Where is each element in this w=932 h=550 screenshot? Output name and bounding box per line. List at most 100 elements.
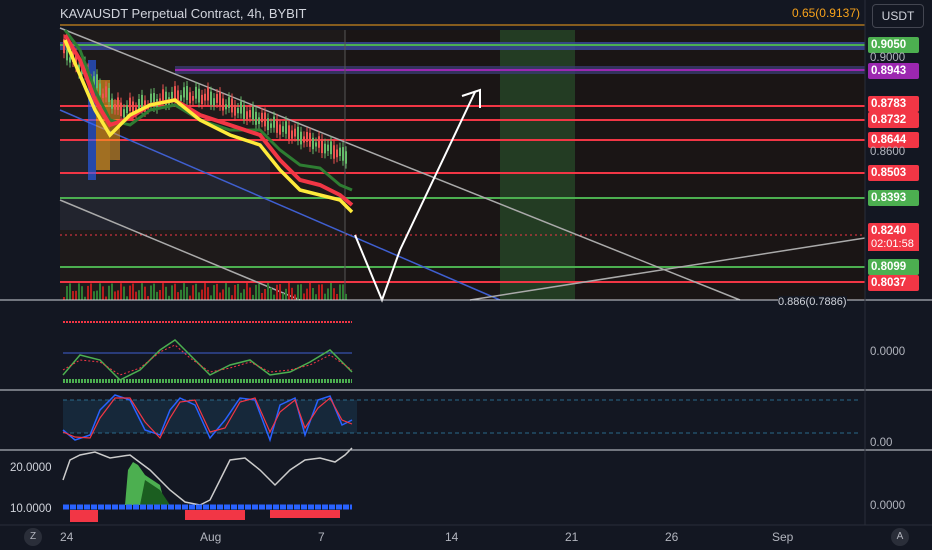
histogram-indicator xyxy=(62,447,353,522)
candle-body xyxy=(333,145,335,159)
candle-body xyxy=(129,97,131,112)
volume-bar xyxy=(285,288,287,300)
candle-body xyxy=(303,136,305,143)
volume-bar xyxy=(312,288,314,300)
candle-body xyxy=(219,92,221,106)
volume-bar xyxy=(177,292,179,300)
candle-body xyxy=(264,112,266,127)
candle-body xyxy=(234,105,236,116)
volume-bar xyxy=(213,285,215,300)
volume-bar xyxy=(222,289,224,300)
volume-bar xyxy=(333,288,335,300)
volume-bar xyxy=(111,283,113,300)
volume-bar xyxy=(315,294,317,300)
volume-bar xyxy=(306,288,308,300)
candle-body xyxy=(96,74,98,89)
volume-bar xyxy=(231,295,233,300)
volume-bar xyxy=(180,289,182,300)
price-label: 0.8503 xyxy=(868,165,919,181)
volume-bar xyxy=(66,286,68,300)
candle-body xyxy=(99,83,101,96)
candle-body xyxy=(69,57,71,63)
fib-label-bottom: 0.886(0.7886) xyxy=(778,296,847,308)
time-label: 7 xyxy=(318,530,325,544)
volume-bar xyxy=(240,292,242,300)
time-label: 14 xyxy=(445,530,459,544)
volume-bar xyxy=(114,291,116,300)
volume-bar xyxy=(249,287,251,300)
candle-body xyxy=(273,116,275,128)
candle-body xyxy=(102,93,104,99)
volume-bar xyxy=(300,284,302,300)
candle-body xyxy=(330,141,332,155)
price-label: 0.8943 xyxy=(868,63,919,79)
volume-bar xyxy=(255,284,257,300)
left-axis-label: 20.0000 xyxy=(10,462,52,474)
volume-bar xyxy=(327,288,329,300)
candle-body xyxy=(297,126,299,141)
candle-body xyxy=(261,112,263,123)
candle-body xyxy=(123,109,125,118)
volume-bar xyxy=(342,284,344,300)
volume-bar xyxy=(345,293,347,300)
volume-bar xyxy=(135,291,137,300)
candle-body xyxy=(246,111,248,121)
volume-bar xyxy=(201,289,203,300)
momentum-indicator xyxy=(62,321,353,383)
candle-body xyxy=(336,149,338,158)
candle-body xyxy=(213,98,215,106)
timezone-button[interactable]: Z xyxy=(24,528,42,546)
volume-bar xyxy=(219,292,221,300)
candle-body xyxy=(291,130,293,139)
volume-bar xyxy=(225,283,227,300)
volume-bar xyxy=(150,285,152,300)
volume-bar xyxy=(72,291,74,300)
auto-scale-button[interactable]: A xyxy=(891,528,909,546)
indicator-axis-label: 0.0000 xyxy=(870,346,906,358)
time-label: 26 xyxy=(665,530,679,544)
candle-body xyxy=(255,111,257,125)
candle-body xyxy=(288,125,290,139)
volume-bar xyxy=(75,290,77,300)
candle-body xyxy=(318,136,320,148)
volume-bar xyxy=(87,285,89,300)
currency-button[interactable]: USDT xyxy=(872,4,924,28)
candle-body xyxy=(138,99,140,109)
price-label: 0.8600 xyxy=(870,146,906,158)
price-label: 0.8099 xyxy=(868,259,919,275)
volume-bar xyxy=(234,284,236,300)
chart-canvas[interactable] xyxy=(0,0,932,550)
candle-body xyxy=(249,110,251,118)
volume-bar xyxy=(267,283,269,300)
chart-title: KAVAUSDT Perpetual Contract, 4h, BYBIT xyxy=(60,6,307,21)
volume-bar xyxy=(78,283,80,300)
candle-body xyxy=(270,123,272,128)
candle-body xyxy=(162,89,164,103)
volume-bar xyxy=(93,291,95,300)
volume-bar xyxy=(168,295,170,300)
candle-body xyxy=(201,94,203,105)
candle-body xyxy=(186,86,188,100)
volume-bar xyxy=(192,285,194,300)
candle-body xyxy=(204,93,206,101)
volume-bar xyxy=(186,286,188,300)
volume-bar xyxy=(153,283,155,300)
volume-bar xyxy=(288,283,290,300)
price-label: 0.8037 xyxy=(868,275,919,291)
volume-bar xyxy=(318,284,320,300)
candle-body xyxy=(174,86,176,100)
candle-body xyxy=(189,92,191,104)
candle-body xyxy=(282,126,284,132)
candle-body xyxy=(258,117,260,125)
candle-body xyxy=(180,95,182,101)
fib-label-top: 0.65(0.9137) xyxy=(791,6,860,20)
volume-bar xyxy=(198,292,200,300)
candle-body xyxy=(285,121,287,134)
volume-bar xyxy=(207,287,209,300)
time-label: 24 xyxy=(60,530,74,544)
volume-bar xyxy=(228,287,230,300)
candle-body xyxy=(117,97,119,110)
volume-bar xyxy=(273,294,275,300)
candle-body xyxy=(126,105,128,114)
volume-bar xyxy=(108,285,110,300)
